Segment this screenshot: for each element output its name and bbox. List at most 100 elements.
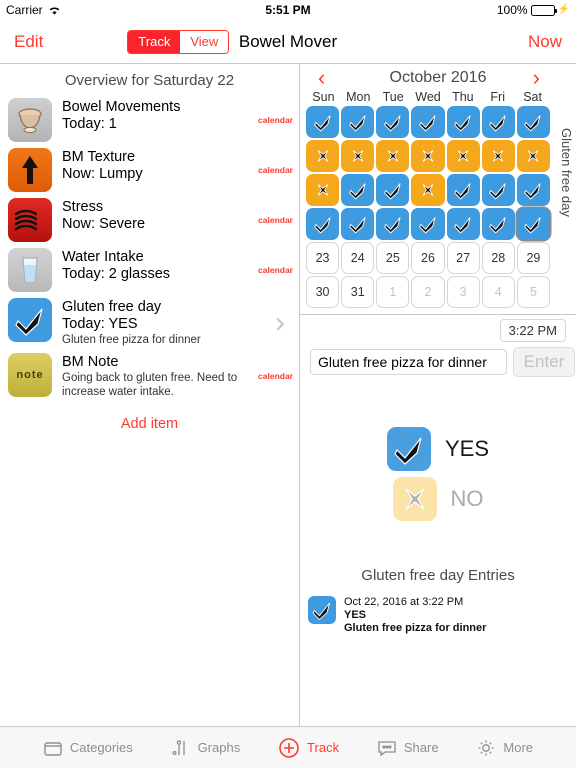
carrier-label: Carrier	[6, 3, 43, 17]
calendar-link[interactable]: calendar	[254, 215, 293, 225]
calendar-link[interactable]: calendar	[254, 371, 293, 381]
list-item[interactable]: Gluten free day Today: YES Gluten free p…	[0, 295, 299, 350]
calendar-cell-day[interactable]: 4	[481, 276, 515, 308]
list-item-text: Gluten free day Today: YES Gluten free p…	[52, 298, 273, 347]
entry-value: YES	[344, 609, 367, 621]
calendar-cell-no[interactable]	[341, 140, 375, 172]
calendar-cell-yes[interactable]	[411, 208, 445, 240]
list-item-subtitle: Now: Lumpy	[62, 166, 143, 182]
note-input[interactable]	[310, 349, 507, 375]
list-item[interactable]: Water Intake Today: 2 glasses calendar	[0, 245, 299, 295]
page-title: Bowel Mover	[238, 31, 338, 51]
stress-waves-icon	[8, 198, 52, 242]
calendar-cell-yes[interactable]	[446, 208, 480, 240]
list-item[interactable]: Stress Now: Severe calendar	[0, 195, 299, 245]
calendar-day-header: Wed	[415, 90, 441, 104]
calendar-cell-yes[interactable]	[481, 106, 515, 138]
calendar-cell-no[interactable]	[411, 140, 445, 172]
list-item[interactable]: note BM Note Going back to gluten free. …	[0, 350, 299, 402]
enter-button[interactable]: Enter	[513, 347, 575, 377]
calendar-cell-day[interactable]: 26	[411, 242, 445, 274]
calendar-cell-yes[interactable]	[446, 174, 480, 206]
yes-option[interactable]: YES	[386, 427, 489, 471]
calendar-cell-yes[interactable]	[376, 106, 410, 138]
calendar-cell-day[interactable]: 27	[446, 242, 480, 274]
calendar-cell-day[interactable]: 29	[516, 242, 550, 274]
calendar-cell-day[interactable]: 5	[516, 276, 550, 308]
tracker-detail: YES NO Gluten free day Entries Oct 22, 2…	[300, 385, 576, 726]
chevron-right-icon[interactable]: ›	[273, 307, 293, 338]
time-row: 3:22 PM	[300, 315, 576, 344]
calendar-cell-yes[interactable]	[306, 208, 340, 240]
calendar-cell-no[interactable]	[516, 140, 550, 172]
calendar-cell-no[interactable]	[411, 174, 445, 206]
segment-track[interactable]: Track	[128, 30, 181, 53]
wifi-icon	[48, 5, 61, 16]
calendar-cell-no[interactable]	[306, 140, 340, 172]
segment-view[interactable]: View	[180, 30, 229, 53]
calendar-cell-no[interactable]	[376, 140, 410, 172]
calendar-cell-yes[interactable]	[446, 106, 480, 138]
calendar-cell-yes[interactable]	[376, 208, 410, 240]
tab-categories[interactable]: Categories	[43, 739, 133, 757]
tab-label: Share	[403, 740, 439, 755]
tab-graphs[interactable]: Graphs	[171, 739, 240, 757]
list-item-title: Gluten free day	[62, 299, 162, 315]
list-item[interactable]: BM Texture Now: Lumpy calendar	[0, 145, 299, 195]
calendar-cell-yes[interactable]	[306, 106, 340, 138]
list-item[interactable]: Oct 22, 2016 at 3:22 PM YES Gluten free …	[308, 596, 486, 635]
note-icon: note	[8, 353, 52, 397]
calendar-cell-yes[interactable]	[516, 208, 550, 240]
calendar-cell-day[interactable]: 30	[306, 276, 340, 308]
list-item[interactable]: Bowel Movements Today: 1 calendar	[0, 95, 299, 145]
no-option[interactable]: NO	[392, 477, 484, 521]
time-picker-button[interactable]: 3:22 PM	[499, 319, 566, 342]
calendar-cell-no[interactable]	[446, 140, 480, 172]
calendar-cell-day[interactable]: 28	[481, 242, 515, 274]
calendar-cell-yes[interactable]	[341, 106, 375, 138]
calendar-cell-day[interactable]: 24	[341, 242, 375, 274]
calendar-cell-no[interactable]	[481, 140, 515, 172]
list-item-text: Stress Now: Severe	[52, 198, 254, 233]
calendar-cell-yes[interactable]	[341, 208, 375, 240]
calendar-cell-yes[interactable]	[516, 174, 550, 206]
list-item-note: Gluten free pizza for dinner	[62, 334, 201, 346]
entries-title: Gluten free day Entries	[361, 567, 515, 584]
tab-track[interactable]: Track	[278, 737, 339, 759]
calendar-cell-day[interactable]: 25	[376, 242, 410, 274]
list-item-text: Water Intake Today: 2 glasses	[52, 248, 254, 283]
calendar-cell-day[interactable]: 23	[306, 242, 340, 274]
calendar-cell-yes[interactable]	[481, 208, 515, 240]
tab-share[interactable]: Share	[377, 739, 439, 757]
list-item-text: Bowel Movements Today: 1	[52, 98, 254, 133]
calendar-cell-day[interactable]: 1	[376, 276, 410, 308]
calendar-cell-day[interactable]: 3	[446, 276, 480, 308]
calendar-link[interactable]: calendar	[254, 165, 293, 175]
calendar-cell-yes[interactable]	[481, 174, 515, 206]
calendar-cell-yes[interactable]	[516, 106, 550, 138]
chevron-right-icon[interactable]: ›	[533, 67, 540, 89]
list-item-text: BM Note Going back to gluten free. Need …	[52, 353, 254, 399]
calendar-cell-day[interactable]: 2	[411, 276, 445, 308]
calendar-cell-day[interactable]: 31	[341, 276, 375, 308]
tab-more[interactable]: More	[476, 738, 533, 758]
chevron-left-icon[interactable]: ‹	[318, 67, 325, 89]
calendar-cell-yes[interactable]	[341, 174, 375, 206]
calendar-cell-yes[interactable]	[376, 174, 410, 206]
calendar-day-header: Sat	[523, 90, 542, 104]
edit-button[interactable]: Edit	[14, 32, 43, 52]
list-item-title: Water Intake	[62, 249, 144, 265]
list-item-note: Going back to gluten free. Need to incre…	[62, 372, 238, 398]
track-view-segmented-control[interactable]: Track View	[127, 29, 230, 54]
calendar-link[interactable]: calendar	[254, 265, 293, 275]
list-item-subtitle: Today: 1	[62, 116, 117, 132]
now-button[interactable]: Now	[528, 32, 562, 52]
calendar-cell-yes[interactable]	[411, 106, 445, 138]
add-item-button[interactable]: Add item	[0, 402, 299, 432]
entry-text: Oct 22, 2016 at 3:22 PM YES Gluten free …	[344, 596, 486, 635]
app-root: Carrier 5:51 PM 100% ⚡ Edit Track View B…	[0, 0, 576, 768]
status-bar-left: Carrier	[6, 3, 61, 17]
calendar-cell-no[interactable]	[306, 174, 340, 206]
entry-note: Gluten free pizza for dinner	[344, 622, 487, 634]
calendar-link[interactable]: calendar	[254, 115, 293, 125]
